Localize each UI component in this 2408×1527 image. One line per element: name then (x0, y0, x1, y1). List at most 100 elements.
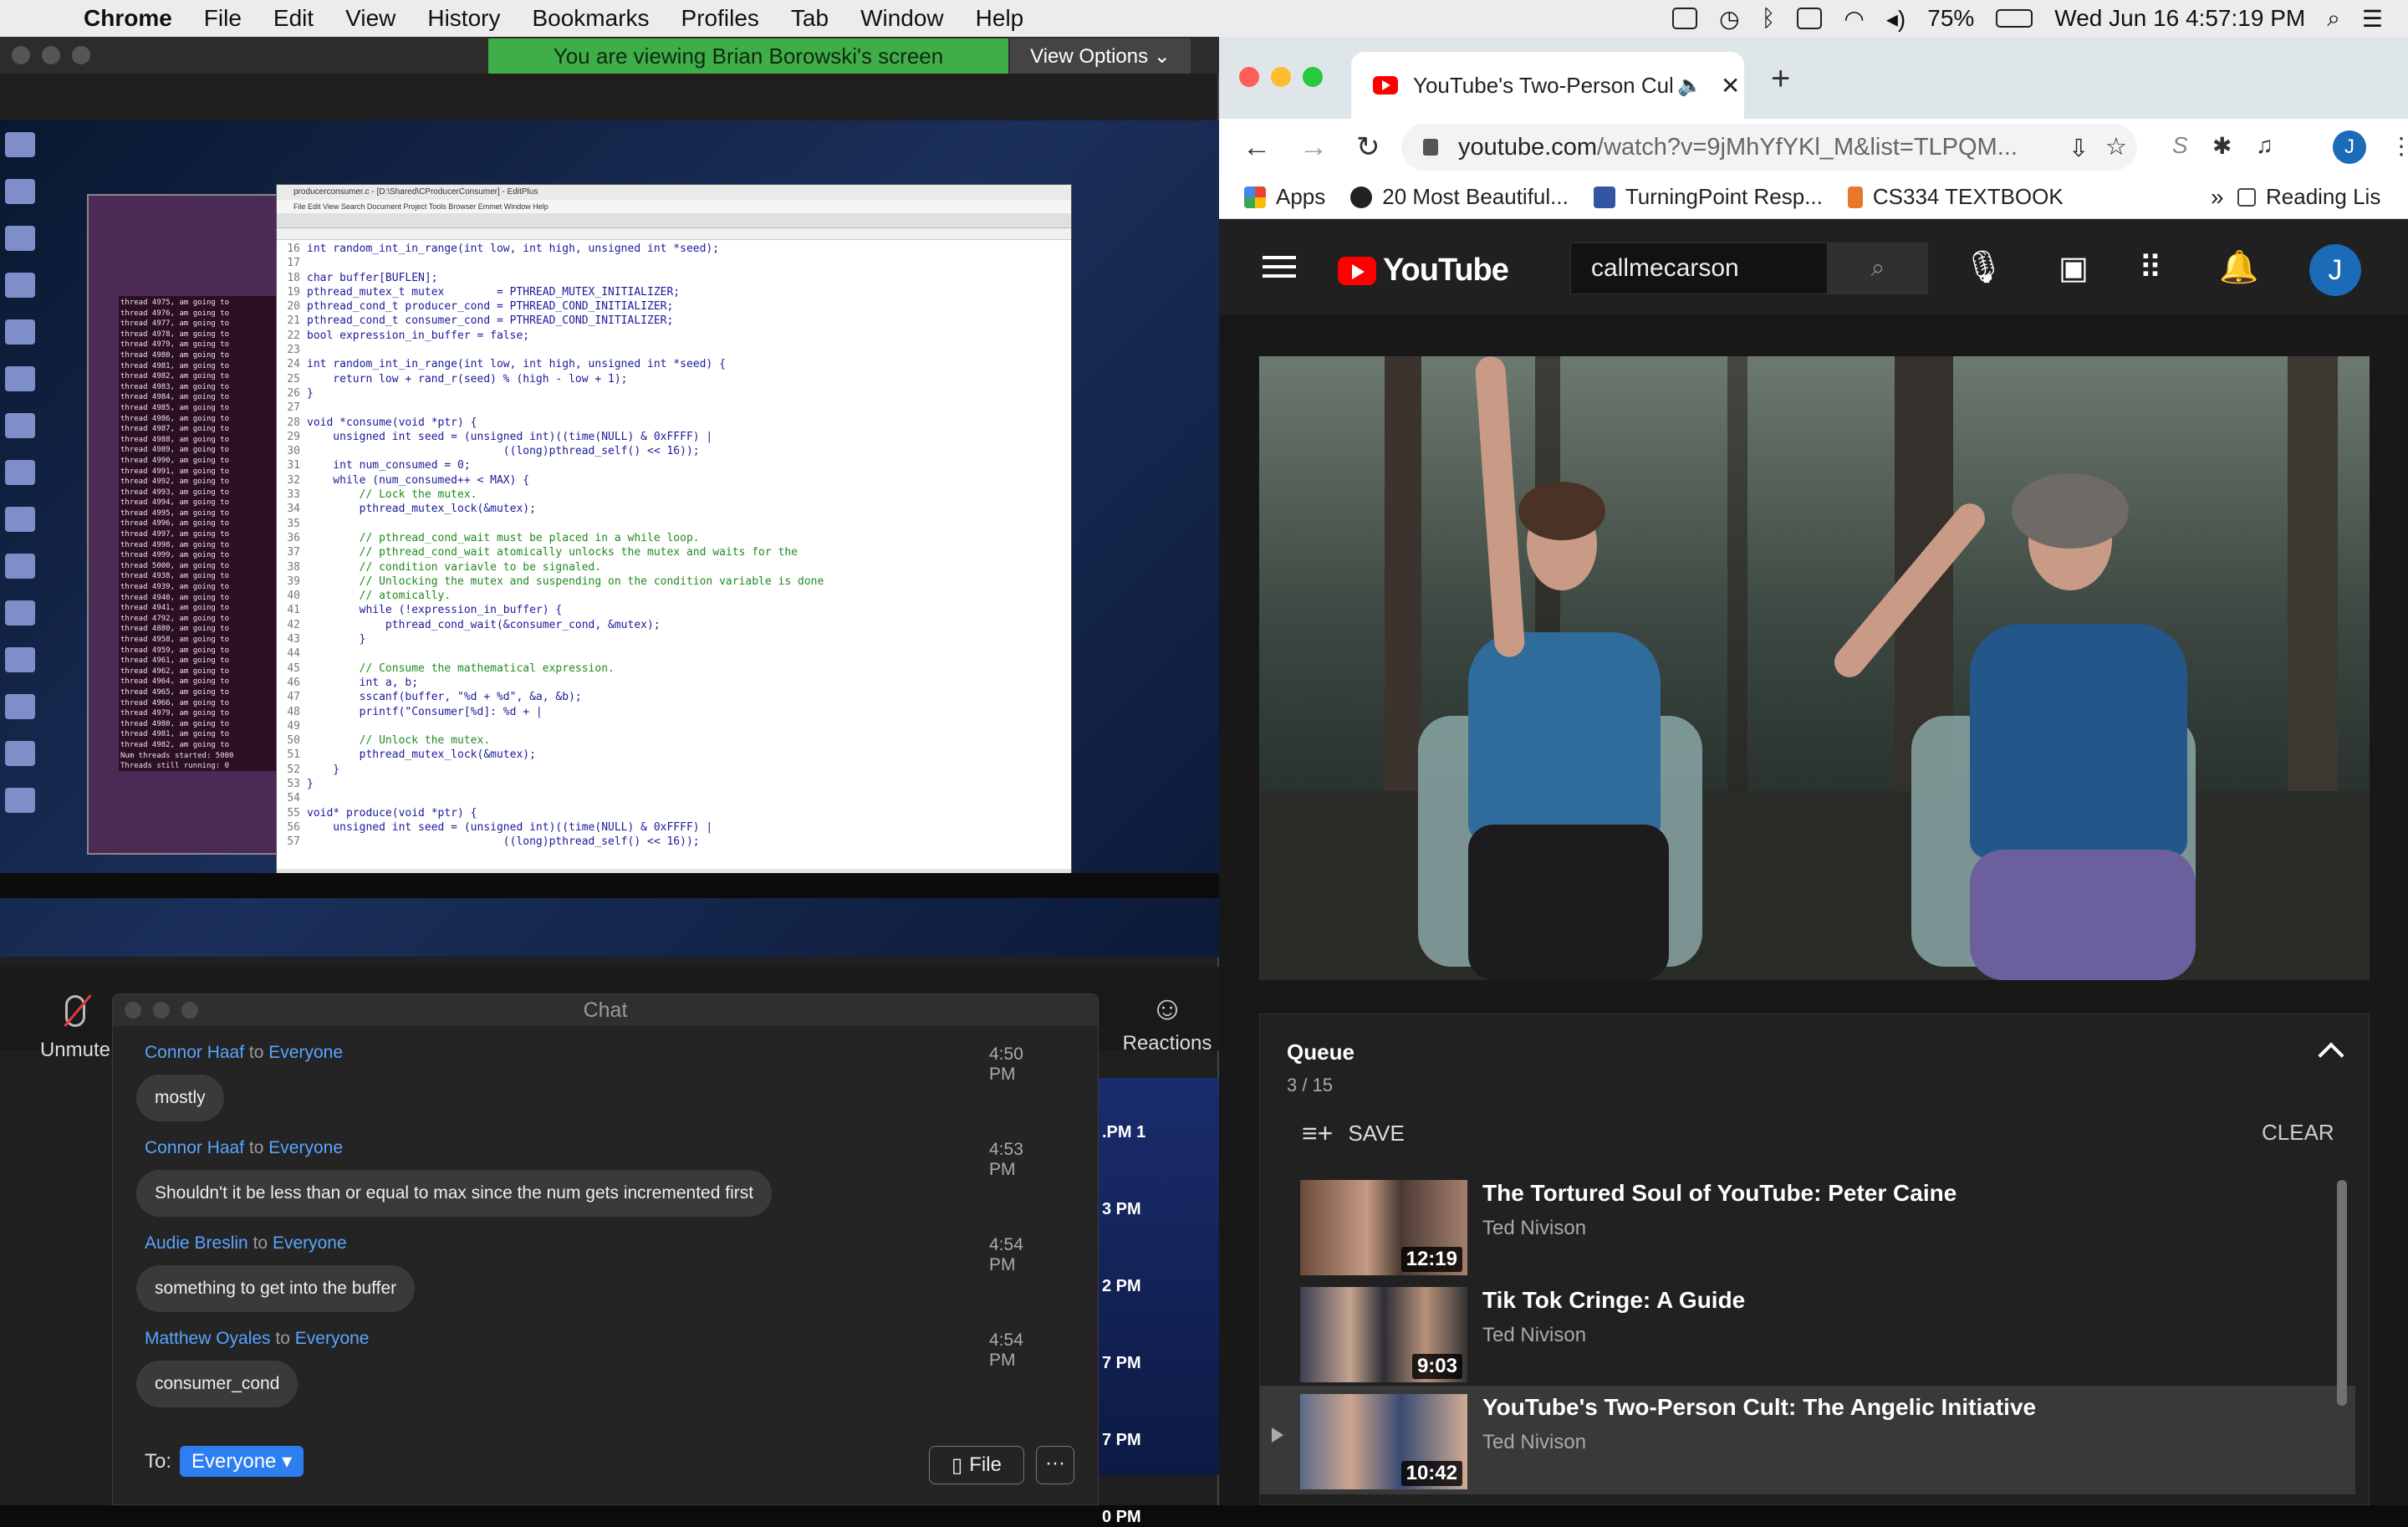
code-text: ((long)pthread_self() << 16)); (307, 445, 700, 458)
battery-icon[interactable] (1996, 9, 2033, 28)
queue-item[interactable]: 12:19 The Tortured Soul of YouTube: Pete… (1260, 1172, 2355, 1277)
bookmark-item[interactable]: 20 Most Beautiful... (1350, 184, 1569, 210)
chat-recipient[interactable]: Everyone (273, 1233, 347, 1253)
unmute-button[interactable]: Unmute (33, 995, 117, 1062)
menu-file[interactable]: File (204, 5, 242, 32)
menu-help[interactable]: Help (976, 5, 1024, 32)
memory-icon[interactable] (1797, 8, 1823, 29)
zoom-status-icon[interactable] (1672, 8, 1698, 29)
install-icon[interactable]: ⇩ (2069, 134, 2089, 163)
line-number: 24 (287, 358, 300, 371)
apps-grid-icon[interactable]: ⠿ (2139, 249, 2162, 287)
chrome-menu-icon[interactable]: ⋮ (2390, 132, 2408, 160)
bookmark-item[interactable]: CS334 TEXTBOOK (1847, 184, 2064, 210)
menu-profiles[interactable]: Profiles (681, 5, 759, 32)
chat-sender[interactable]: Connor Haaf (145, 1043, 244, 1062)
close-tab-icon[interactable]: ✕ (1721, 72, 1740, 100)
zoom-window-button[interactable] (72, 46, 90, 64)
terminal-line: Num threads started: 5000 (120, 751, 234, 760)
bookmarks-overflow-icon[interactable]: » (2211, 184, 2224, 211)
tab-youtube[interactable]: YouTube's Two-Person Cult 🔈 ✕ (1351, 52, 1744, 119)
minimize-window-button[interactable] (42, 46, 60, 64)
lock-icon[interactable] (1423, 139, 1438, 156)
view-options-button[interactable]: View Options ⌄ (1010, 38, 1191, 74)
menu-app-name[interactable]: Chrome (84, 5, 172, 32)
terminal-line: thread 4941, am going to (120, 604, 230, 613)
clear-queue-button[interactable]: CLEAR (2262, 1120, 2334, 1146)
new-tab-icon[interactable]: + (1771, 60, 1790, 98)
chat-sender[interactable]: Audie Breslin (145, 1233, 248, 1253)
spotlight-icon[interactable]: ⌕ (2327, 5, 2340, 33)
menu-view[interactable]: View (345, 5, 395, 32)
menu-bookmarks[interactable]: Bookmarks (532, 5, 649, 32)
address-bar[interactable]: youtube.com/watch?v=9jMhYfYKl_M&list=TLP… (1401, 124, 2137, 171)
bookmark-apps[interactable]: Apps (1244, 184, 1325, 210)
notifications-bell-icon[interactable]: 🔔 (2219, 249, 2258, 286)
queue-item[interactable]: 9:03 Tik Tok Cringe: A Guide Ted Nivison (1260, 1279, 2355, 1384)
macos-menubar: Chrome File Edit View History Bookmarks … (0, 0, 2408, 37)
terminal-window: thread 4975, am going to thread 4976, am … (119, 296, 293, 771)
chat-recipient[interactable]: Everyone (268, 1138, 343, 1157)
youtube-logo[interactable]: YouTube (1338, 253, 1509, 289)
tab-audio-icon[interactable]: 🔈 (1677, 74, 1702, 98)
wifi-icon[interactable]: ◠ (1844, 5, 1864, 33)
minimize-window-button[interactable] (1271, 67, 1291, 87)
menu-history[interactable]: History (427, 5, 500, 32)
create-video-icon[interactable]: ▣ (2059, 249, 2089, 287)
profile-avatar[interactable]: J (2333, 130, 2366, 164)
queue-scrollbar[interactable] (2337, 1180, 2347, 1406)
back-icon[interactable]: ← (1242, 131, 1276, 164)
time-machine-icon[interactable]: ◷ (1719, 5, 1739, 33)
video-player[interactable] (1259, 356, 2370, 980)
chat-recipient[interactable]: Everyone (268, 1043, 343, 1062)
menu-hamburger-icon[interactable] (1263, 256, 1296, 278)
queue-item-now-playing[interactable]: 10:42 YouTube's Two-Person Cult: The Ang… (1260, 1386, 2355, 1494)
chat-recipient[interactable]: Everyone (295, 1329, 370, 1348)
extensions-puzzle-icon[interactable]: ✱ (2212, 132, 2232, 160)
control-center-icon[interactable]: ☰ (2362, 5, 2383, 33)
search-input[interactable] (1570, 243, 1828, 294)
menu-tab[interactable]: Tab (791, 5, 829, 32)
media-control-icon[interactable]: ♫ (2256, 132, 2273, 159)
code-text: // atomically. (307, 590, 452, 603)
desktop-icon (5, 366, 35, 391)
video-title: The Tortured Soul of YouTube: Peter Cain… (1482, 1180, 1957, 1206)
chat-message: Audie Breslin to Everyone 4:54 PM someth… (136, 1233, 1023, 1312)
bluetooth-icon[interactable]: ᛒ (1762, 5, 1776, 32)
menu-edit[interactable]: Edit (273, 5, 314, 32)
chat-sender[interactable]: Matthew Oyales (145, 1329, 271, 1348)
menu-window[interactable]: Window (860, 5, 944, 32)
reactions-button[interactable]: ☺ Reactions (1117, 992, 1217, 1055)
send-file-button[interactable]: ▯ File (929, 1446, 1024, 1484)
code-text: int num_consumed = 0; (307, 459, 471, 472)
save-queue-button[interactable]: ≡+ SAVE (1302, 1118, 1405, 1149)
account-avatar[interactable]: J (2309, 244, 2361, 296)
terminal-line: thread 4938, am going to (120, 572, 230, 581)
fullscreen-window-button[interactable] (1303, 67, 1323, 87)
chat-titlebar: Chat (113, 994, 1098, 1026)
reading-list[interactable]: Reading Lis (2237, 184, 2380, 210)
code-line: 39 // Unlocking the mutex and suspending… (277, 575, 1063, 589)
chat-more-button[interactable]: ··· (1036, 1446, 1074, 1484)
apple-icon[interactable] (33, 5, 59, 32)
search-button[interactable]: ⌕ (1828, 243, 1928, 294)
battery-percent[interactable]: 75% (1927, 5, 1974, 32)
reload-icon[interactable]: ↻ (1356, 130, 1390, 164)
volume-icon[interactable]: ◂) (1886, 5, 1905, 33)
terminal-line: thread 4959, am going to (120, 646, 230, 655)
extension-s-icon[interactable]: S (2172, 132, 2188, 159)
code-line: 33 // Lock the mutex. (277, 488, 1063, 502)
close-window-button[interactable] (1239, 67, 1259, 87)
voice-search-icon[interactable]: 🎙 (1963, 249, 2003, 286)
close-window-button[interactable] (12, 46, 30, 64)
bookmark-star-icon[interactable]: ☆ (2105, 132, 2127, 161)
line-number: 53 (287, 777, 300, 790)
collapse-chevron-icon[interactable] (2318, 1042, 2344, 1069)
chat-sender[interactable]: Connor Haaf (145, 1138, 244, 1157)
recipient-dropdown[interactable]: Everyone ▾ (180, 1446, 304, 1477)
clock[interactable]: Wed Jun 16 4:57:19 PM (2054, 5, 2305, 32)
terminal-line: thread 4986, am going to (120, 414, 230, 423)
forward-icon[interactable]: → (1299, 131, 1333, 164)
bookmark-item[interactable]: TurningPoint Resp... (1593, 184, 1823, 210)
chat-bubble: consumer_cond (136, 1361, 298, 1407)
